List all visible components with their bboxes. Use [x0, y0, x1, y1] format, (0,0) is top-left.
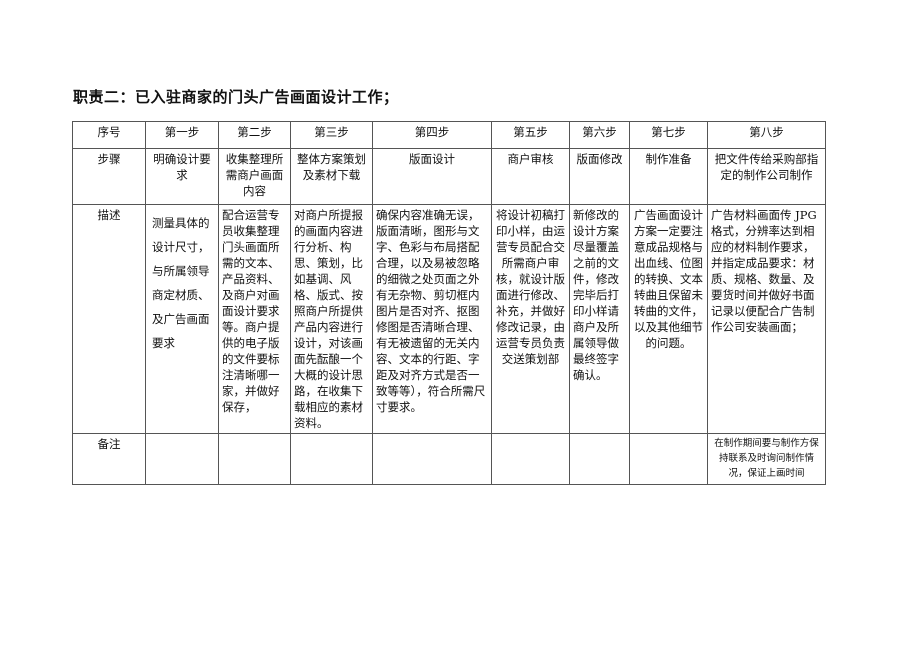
note-cell: [569, 433, 630, 485]
description-row: 描述 测量具体的设计尺寸，与所属领导商定材质、及广告画面要求 配合运营专员收集整…: [72, 204, 826, 434]
workflow-table: 序号 第一步 第二步 第三步 第四步 第五步 第六步 第七步 第八步 步骤 明确…: [72, 121, 826, 485]
header-cell: 第一步: [145, 121, 219, 149]
step-cell: 版面设计: [372, 148, 492, 205]
desc-cell: 对商户所提报的画面内容进行分析、构思、策划，比如基调、风格、版式、按照商户所提供…: [290, 204, 373, 434]
header-cell: 第二步: [218, 121, 291, 149]
notes-row: 备注 在制作期间要与制作方保持联系及时询问制作情况，保证上画时间: [72, 433, 826, 485]
step-cell: 明确设计要求: [145, 148, 219, 205]
row-label: 描述: [72, 204, 146, 434]
note-cell: [218, 433, 291, 485]
step-cell: 商户审核: [491, 148, 570, 205]
note-cell: [145, 433, 219, 485]
note-cell: 在制作期间要与制作方保持联系及时询问制作情况，保证上画时间: [707, 433, 826, 485]
desc-cell: 广告材料画面传 JPG 格式，分辨率达到相应的材料制作要求，并指定成品要求：材质…: [707, 204, 826, 434]
step-cell: 制作准备: [629, 148, 708, 205]
note-cell: [491, 433, 570, 485]
desc-cell: 测量具体的设计尺寸，与所属领导商定材质、及广告画面要求: [145, 204, 219, 434]
section-title: 职责二：已入驻商家的门头广告画面设计工作；: [73, 88, 399, 106]
note-cell: [629, 433, 708, 485]
row-label: 步骤: [72, 148, 146, 205]
header-cell: 第八步: [707, 121, 826, 149]
header-cell: 第四步: [372, 121, 492, 149]
step-cell: 版面修改: [569, 148, 630, 205]
steps-row: 步骤 明确设计要求 收集整理所需商户画面内容 整体方案策划及素材下载 版面设计 …: [72, 148, 826, 205]
note-cell: [290, 433, 373, 485]
header-cell: 第五步: [491, 121, 570, 149]
header-cell: 第三步: [290, 121, 373, 149]
step-cell: 整体方案策划及素材下载: [290, 148, 373, 205]
desc-cell: 广告画面设计方案一定要注意成品规格与出血线、位图的转换、文本转曲且保留未转曲的文…: [629, 204, 708, 434]
desc-cell: 将设计初稿打印小样，由运营专员配合交所需商户审核，就设计版面进行修改、补充，并做…: [491, 204, 570, 434]
desc-cell: 配合运营专员收集整理门头画面所需的文本、产品资料、及商户对画面设计要求等。商户提…: [218, 204, 291, 434]
header-cell: 第六步: [569, 121, 630, 149]
step-cell: 收集整理所需商户画面内容: [218, 148, 291, 205]
row-label: 备注: [72, 433, 146, 485]
desc-cell: 确保内容准确无误，版面清晰，图形与文字、色彩与布局搭配合理，以及易被忽略的细微之…: [372, 204, 492, 434]
header-cell: 第七步: [629, 121, 708, 149]
header-cell: 序号: [72, 121, 146, 149]
step-cell: 把文件传给采购部指定的制作公司制作: [707, 148, 826, 205]
desc-cell: 新修改的设计方案尽量覆盖之前的文件，修改完毕后打印小样请商户及所属领导做最终签字…: [569, 204, 630, 434]
note-cell: [372, 433, 492, 485]
header-row: 序号 第一步 第二步 第三步 第四步 第五步 第六步 第七步 第八步: [72, 121, 826, 149]
